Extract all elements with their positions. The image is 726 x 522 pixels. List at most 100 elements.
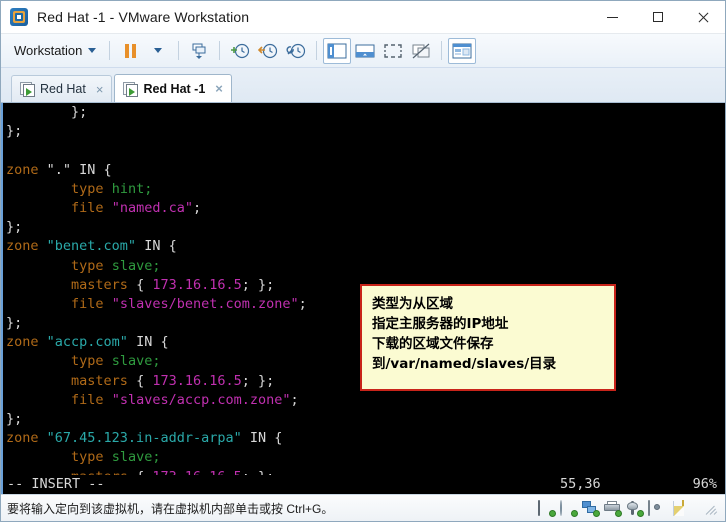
clock-wrench-icon (286, 43, 306, 58)
pause-vm-button[interactable] (116, 38, 144, 64)
close-icon[interactable]: × (215, 81, 223, 96)
terminal-token: "." (46, 161, 72, 178)
camera-icon[interactable] (648, 499, 665, 516)
annotation-callout: 类型为从区域 指定主服务器的IP地址 下载的区域文件保存 到/var/named… (360, 284, 616, 391)
close-icon[interactable]: × (96, 82, 104, 97)
close-button[interactable] (680, 1, 725, 33)
take-snapshot-button[interactable] (226, 38, 254, 64)
usb-icon[interactable] (626, 500, 644, 517)
terminal-token: ; }; (241, 276, 275, 293)
console-view-button[interactable] (448, 37, 477, 64)
tab-red-hat-1[interactable]: Red Hat -1 × (114, 74, 232, 102)
terminal-token: ; (192, 199, 202, 216)
snapshot-button[interactable] (185, 38, 213, 64)
terminal-token: masters (71, 372, 128, 389)
terminal-line: zone "." IN { (3, 161, 725, 180)
terminal-token: ; }; (241, 372, 275, 389)
unity-mode-icon (412, 43, 430, 58)
terminal-token: "accp.com" (46, 334, 128, 351)
terminal-token: "benet.com" (46, 238, 137, 255)
vmware-logo-icon (10, 8, 28, 26)
vim-scroll-percent: 96% (692, 476, 717, 492)
terminal-token: }; (6, 104, 88, 120)
terminal-token: }; (6, 315, 23, 332)
terminal-token: IN { (136, 238, 177, 255)
toolbar-divider (441, 41, 443, 60)
toolbar-divider (109, 41, 111, 60)
terminal-token: type (71, 257, 104, 274)
pause-icon (124, 43, 136, 58)
cd-dvd-icon[interactable] (560, 499, 578, 517)
workstation-menu-button[interactable]: Workstation (7, 40, 103, 61)
show-thumbnails-button[interactable] (351, 38, 379, 64)
printer-icon[interactable] (604, 500, 622, 517)
terminal-line: type slave; (3, 257, 725, 276)
terminal-token: }; (6, 219, 23, 236)
vm-console-screen[interactable]: };}; zone "." IN { type hint; file "named… (1, 103, 725, 494)
terminal-line: file "named.ca"; (3, 199, 725, 218)
terminal-token: ; (298, 295, 307, 312)
snapshot-icon (192, 43, 206, 59)
close-icon (697, 12, 708, 23)
minimize-icon (607, 16, 618, 18)
vim-cursor-position: 55,36 (560, 476, 601, 492)
terminal-token: ; (152, 257, 161, 274)
thumbnail-bar-icon (355, 44, 375, 57)
terminal-line: zone "benet.com" IN { (3, 237, 725, 256)
terminal-line: zone "67.45.123.in-addr-arpa" IN { (3, 429, 725, 448)
fullscreen-button[interactable] (379, 38, 407, 64)
minimize-button[interactable] (590, 1, 635, 33)
terminal-token: { (127, 276, 153, 293)
terminal-token: ; (290, 391, 299, 408)
terminal-token: "slaves/accp.com.zone" (111, 391, 291, 408)
tab-label: Red Hat -1 (143, 81, 206, 96)
terminal-token: ; (144, 180, 153, 197)
status-message: 要将输入定向到该虚拟机，请在虚拟机内部单击或按 Ctrl+G。 (7, 501, 334, 516)
terminal-token: ; (152, 449, 161, 466)
revert-snapshot-button[interactable] (254, 38, 282, 64)
vim-mode-indicator: -- INSERT -- (7, 476, 105, 492)
terminal-token: 173.16.16.5 (152, 276, 242, 293)
chevron-down-icon (154, 48, 163, 53)
resize-grip[interactable] (705, 502, 719, 515)
terminal-token: ; (152, 353, 161, 370)
tab-red-hat[interactable]: Red Hat × (11, 75, 113, 102)
toolbar-divider (316, 41, 318, 60)
maximize-button[interactable] (635, 1, 680, 33)
hard-disk-icon[interactable] (538, 499, 556, 517)
terminal-token: slave (111, 257, 153, 274)
notes-icon[interactable] (682, 499, 699, 516)
unity-button[interactable] (407, 38, 435, 64)
clock-plus-icon (231, 43, 250, 58)
terminal-token: zone (6, 334, 39, 351)
callout-line-4: 到/var/named/slaves/目录 (372, 356, 557, 372)
manage-snapshots-button[interactable] (282, 38, 310, 64)
toolbar-divider (219, 41, 221, 60)
terminal-token: IN { (127, 334, 169, 351)
show-library-button[interactable] (323, 37, 352, 64)
power-dropdown-button[interactable] (144, 38, 172, 64)
terminal-line: }; (3, 218, 725, 237)
terminal-token: hint (111, 180, 145, 197)
terminal-token: zone (6, 238, 39, 255)
callout-line-3: 下载的区域文件保存 (372, 336, 494, 352)
terminal-token: }; (6, 411, 23, 427)
console-view-icon (452, 43, 472, 58)
toolbar: Workstation (1, 34, 725, 68)
terminal-token: masters (71, 276, 128, 293)
terminal-token: IN { (241, 430, 283, 447)
network-adapter-icon[interactable] (582, 500, 600, 517)
